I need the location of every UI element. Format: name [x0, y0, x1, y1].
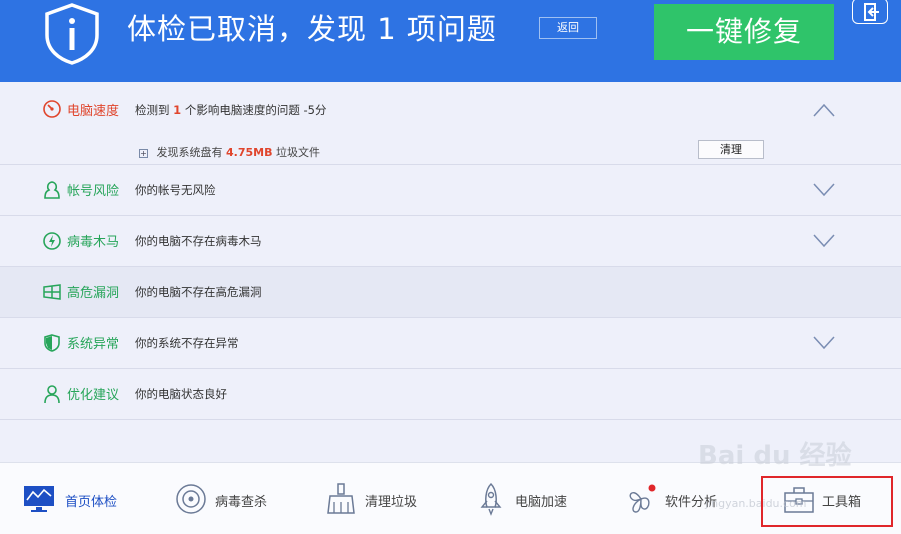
nav-label: 工具箱 [822, 495, 862, 510]
windows-icon [43, 284, 61, 300]
toolbox-icon [784, 487, 814, 513]
list-item-system: 系统异常 你的系统不存在异常 [0, 318, 901, 369]
account-icon [44, 181, 60, 199]
nav-home-checkup[interactable]: 首页体检 [22, 463, 132, 534]
nav-software-analysis[interactable]: 软件分析 [624, 463, 734, 534]
category-label: 优化建议 [67, 388, 120, 403]
list-item-account: 帐号风险 你的帐号无风险 [0, 165, 901, 216]
system-shield-icon [44, 334, 60, 352]
nav-clean-junk[interactable]: 清理垃圾 [324, 463, 434, 534]
category-label: 电脑速度 [67, 104, 120, 119]
junk-file-detail: + 发现系统盘有 4.75MB 垃圾文件 [139, 146, 320, 159]
chevron-down-icon[interactable] [813, 234, 835, 248]
list-item-speed: 电脑速度 检测到 1 个影响电脑速度的问题 -5分 + 发现系统盘有 4.75M… [0, 82, 901, 165]
row-description: 你的系统不存在异常 [135, 336, 239, 350]
header: 体检已取消，发现 1 项问题 返回 一键修复 [0, 0, 901, 82]
category-label: 系统异常 [67, 337, 120, 352]
virus-scan-icon [176, 484, 206, 514]
page-title: 体检已取消，发现 1 项问题 [127, 12, 497, 46]
nav-label: 软件分析 [665, 495, 718, 510]
software-analysis-icon [629, 484, 656, 513]
chevron-down-icon[interactable] [813, 336, 835, 350]
shield-logo-icon [45, 3, 99, 65]
chevron-up-icon[interactable] [813, 103, 835, 117]
list-item-virus: 病毒木马 你的电脑不存在病毒木马 [0, 216, 901, 267]
list-item-optimization: 优化建议 你的电脑状态良好 [0, 369, 901, 420]
nav-label: 电脑加速 [515, 495, 568, 510]
list-item-vulnerability: 高危漏洞 你的电脑不存在高危漏洞 [0, 267, 901, 318]
virus-icon [43, 232, 61, 250]
category-label: 帐号风险 [67, 184, 120, 199]
category-label: 高危漏洞 [67, 286, 120, 301]
nav-label: 首页体检 [65, 495, 118, 510]
clean-button[interactable]: 清理 [698, 140, 764, 159]
monitor-checkup-icon [24, 486, 54, 512]
row-description: 你的电脑不存在病毒木马 [135, 234, 262, 248]
nav-speedup[interactable]: 电脑加速 [474, 463, 584, 534]
chevron-down-icon[interactable] [813, 183, 835, 197]
nav-label: 清理垃圾 [365, 495, 418, 510]
exit-icon [864, 3, 879, 21]
category-label: 病毒木马 [67, 235, 120, 250]
rocket-icon [480, 482, 502, 516]
checkup-result-list: 电脑速度 检测到 1 个影响电脑速度的问题 -5分 + 发现系统盘有 4.75M… [0, 82, 901, 462]
nav-virus-scan[interactable]: 病毒查杀 [174, 463, 284, 534]
broom-icon [327, 483, 355, 514]
person-icon [44, 385, 60, 404]
nav-toolbox[interactable]: 工具箱 [782, 463, 882, 534]
row-description: 你的帐号无风险 [135, 183, 216, 197]
one-click-fix-button[interactable]: 一键修复 [654, 4, 834, 60]
nav-label: 病毒查杀 [215, 495, 268, 510]
expand-plus-icon[interactable]: + [139, 149, 148, 158]
speed-gauge-icon [43, 100, 61, 118]
exit-button[interactable] [852, 0, 888, 24]
row-description: 检测到 1 个影响电脑速度的问题 -5分 [135, 103, 327, 117]
bottom-nav: 首页体检 病毒查杀 清理垃圾 电脑加速 软件分析 工具箱 [0, 462, 901, 534]
row-description: 你的电脑状态良好 [135, 387, 227, 401]
back-button[interactable]: 返回 [539, 17, 597, 39]
row-description: 你的电脑不存在高危漏洞 [135, 285, 262, 299]
